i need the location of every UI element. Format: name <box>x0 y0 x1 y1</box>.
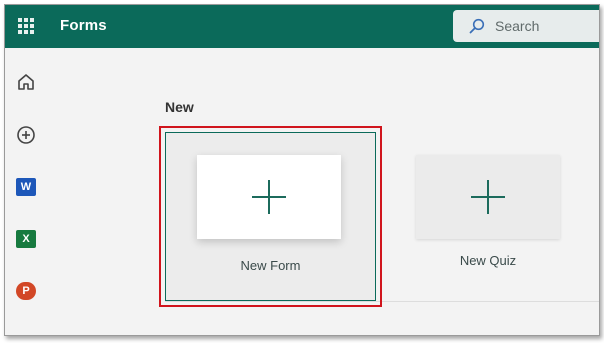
rail-item-excel[interactable]: X <box>14 227 38 251</box>
excel-icon: X <box>16 230 36 248</box>
rail-item-create[interactable] <box>14 123 38 147</box>
section-divider <box>165 301 599 302</box>
left-rail: W X P <box>5 48 49 335</box>
section-title-new: New <box>165 99 194 115</box>
rail-item-word[interactable]: W <box>14 175 38 199</box>
word-icon: W <box>16 178 36 196</box>
rail-item-powerpoint[interactable]: P <box>14 279 38 303</box>
top-bar: Forms Search <box>5 5 599 48</box>
plus-icon <box>252 180 286 214</box>
new-form-tile[interactable]: New Form <box>165 132 376 301</box>
plus-icon <box>471 180 505 214</box>
search-placeholder: Search <box>495 18 540 34</box>
home-icon <box>18 74 34 90</box>
search-icon <box>469 18 485 34</box>
new-quiz-card[interactable] <box>416 155 560 239</box>
new-quiz-label[interactable]: New Quiz <box>416 253 560 268</box>
add-circle-icon <box>17 126 35 144</box>
new-form-label: New Form <box>240 258 301 273</box>
app-title[interactable]: Forms <box>60 17 107 34</box>
forms-window: Forms Search W X P New New Form New Quiz <box>4 4 600 336</box>
search-box[interactable]: Search <box>453 10 599 42</box>
new-form-card[interactable] <box>197 155 341 239</box>
app-launcher-icon[interactable] <box>18 18 34 34</box>
powerpoint-icon: P <box>16 282 36 300</box>
rail-item-home[interactable] <box>14 70 38 94</box>
